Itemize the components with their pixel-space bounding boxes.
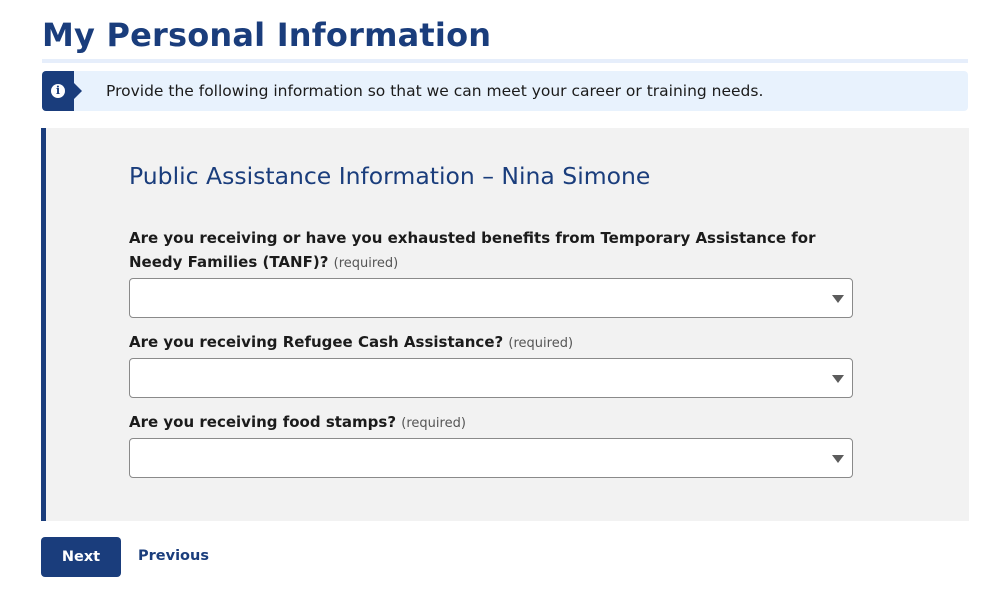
required-indicator: (required) [333,256,399,271]
tanf-select[interactable] [129,278,853,318]
refugee-cash-question: Are you receiving Refugee Cash Assistanc… [129,333,504,351]
public-assistance-form: Public Assistance Information – Nina Sim… [41,128,969,521]
previous-link[interactable]: Previous [138,548,209,564]
info-banner-text: Provide the following information so tha… [106,82,764,100]
next-button[interactable]: Next [41,537,121,577]
refugee-cash-field: Are you receiving Refugee Cash Assistanc… [129,330,853,398]
title-divider [42,59,968,63]
info-icon: i [51,84,65,98]
chevron-down-icon [832,375,844,383]
refugee-cash-field-label: Are you receiving Refugee Cash Assistanc… [129,330,853,356]
info-badge: i [42,71,82,111]
info-banner: i Provide the following information so t… [42,71,968,111]
food-stamps-field: Are you receiving food stamps? (required… [129,410,853,478]
food-stamps-select[interactable] [129,438,853,478]
page-title: My Personal Information [42,16,492,54]
food-stamps-question: Are you receiving food stamps? [129,413,397,431]
personal-information-page: My Personal Information i Provide the fo… [0,0,998,598]
required-indicator: (required) [508,336,574,351]
chevron-down-icon [832,295,844,303]
required-indicator: (required) [401,416,466,431]
tanf-field: Are you receiving or have you exhausted … [129,226,853,318]
tanf-question: Are you receiving or have you exhausted … [129,229,816,271]
refugee-cash-select[interactable] [129,358,853,398]
chevron-down-icon [832,455,844,463]
tanf-field-label: Are you receiving or have you exhausted … [129,226,853,276]
section-heading: Public Assistance Information – Nina Sim… [129,162,651,190]
food-stamps-field-label: Are you receiving food stamps? (required… [129,410,853,436]
